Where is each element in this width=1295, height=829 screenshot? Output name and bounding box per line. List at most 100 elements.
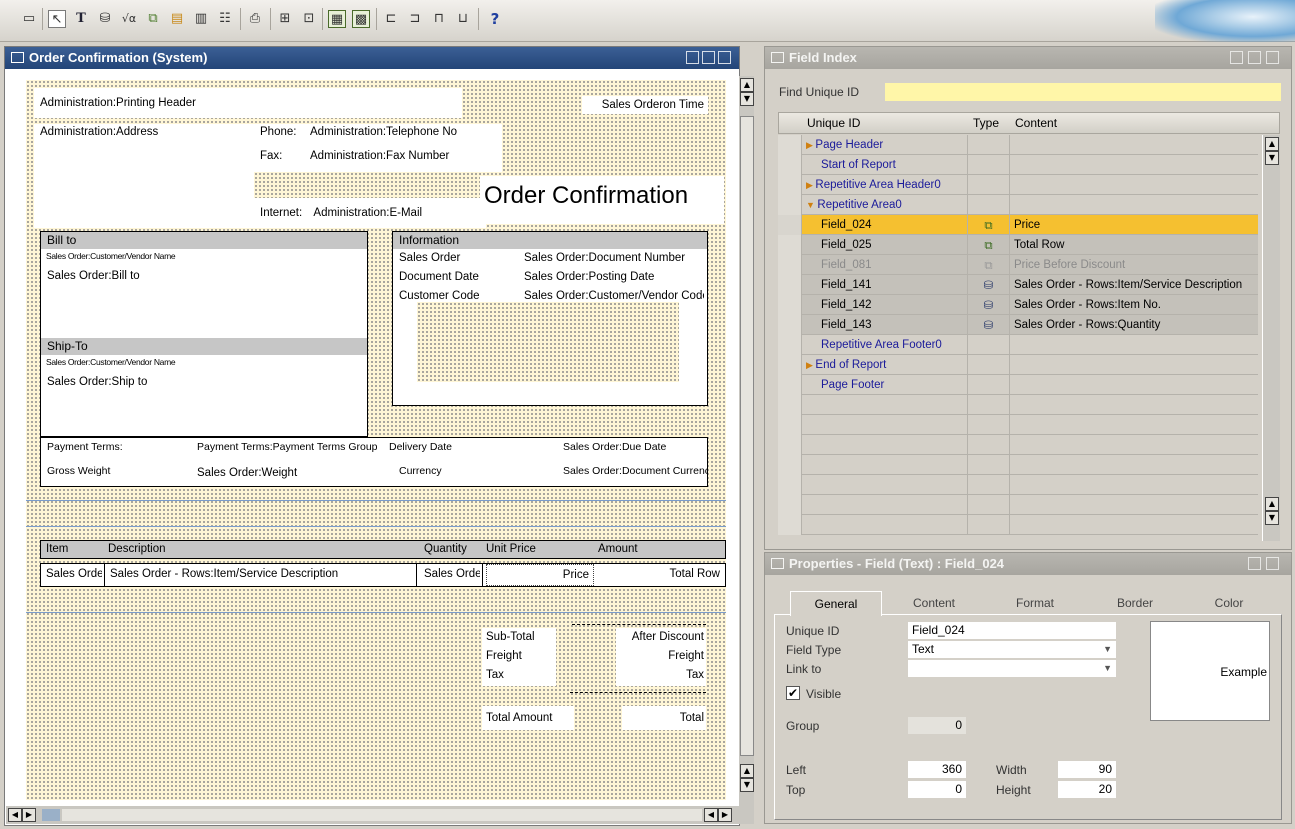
- row-selector[interactable]: [778, 255, 802, 275]
- field-index-empty-row[interactable]: [778, 415, 1258, 435]
- chevron-down-icon[interactable]: ▼: [1103, 641, 1112, 658]
- scroll-up-icon[interactable]: ▲: [1265, 137, 1279, 151]
- link-to-select[interactable]: ▼: [908, 660, 1116, 677]
- tab-format[interactable]: Format: [988, 591, 1082, 615]
- close-icon[interactable]: [718, 51, 731, 64]
- row-selector[interactable]: [778, 395, 802, 415]
- row-selector[interactable]: [778, 455, 802, 475]
- formula-icon[interactable]: √α: [120, 10, 138, 28]
- print-icon[interactable]: ⎙: [246, 10, 264, 28]
- unique-id-input[interactable]: Field_024: [908, 622, 1116, 639]
- field-index-empty-row[interactable]: [778, 455, 1258, 475]
- total-field[interactable]: Total: [622, 706, 706, 730]
- tab-color[interactable]: Color: [1186, 591, 1272, 615]
- maximize-icon[interactable]: [702, 51, 715, 64]
- picture-icon[interactable]: ▤: [168, 10, 186, 28]
- expand-icon[interactable]: ▶: [806, 180, 815, 190]
- info-value-customer-code[interactable]: Sales Order:Customer/Vendor Code: [524, 290, 704, 302]
- row-selector[interactable]: [778, 515, 802, 535]
- save-icon[interactable]: ▭: [20, 10, 38, 28]
- row-selector[interactable]: [778, 475, 802, 495]
- field-index-empty-row[interactable]: [778, 475, 1258, 495]
- database-icon[interactable]: ⛁: [96, 10, 114, 28]
- fax-field[interactable]: Administration:Fax Number: [310, 150, 449, 162]
- field-index-row[interactable]: Field_143 ⛁ Sales Order - Rows:Quantity: [778, 315, 1258, 335]
- row-selector[interactable]: [778, 215, 802, 235]
- after-discount-field[interactable]: After Discount: [616, 628, 704, 647]
- field-index-row[interactable]: Repetitive Area Footer0: [778, 335, 1258, 355]
- payment-terms-field[interactable]: Payment Terms:Payment Terms Group: [197, 441, 389, 453]
- document-title[interactable]: Order Confirmation: [480, 176, 724, 224]
- align-right-icon[interactable]: ⊐: [406, 10, 424, 28]
- scroll-up-icon[interactable]: ▲: [740, 78, 754, 92]
- row-selector[interactable]: [778, 235, 802, 255]
- row-selector[interactable]: [778, 275, 802, 295]
- row-selector[interactable]: [778, 355, 802, 375]
- freight-field[interactable]: Freight: [616, 647, 704, 666]
- ship-to-header[interactable]: Ship-To: [41, 338, 367, 355]
- field-index-row[interactable]: ▶ End of Report: [778, 355, 1258, 375]
- show-grid-icon[interactable]: ▩: [352, 10, 370, 28]
- align-top-icon[interactable]: ⊓: [430, 10, 448, 28]
- row-selector[interactable]: [778, 315, 802, 335]
- row-selector[interactable]: [778, 135, 802, 155]
- printing-header-field[interactable]: Administration:Printing Header: [34, 88, 462, 118]
- info-value-posting-date[interactable]: Sales Order:Posting Date: [524, 271, 654, 283]
- ship-to-field[interactable]: Sales Order:Ship to: [47, 376, 147, 388]
- width-input[interactable]: 90: [1058, 761, 1116, 778]
- field-index-row[interactable]: Field_142 ⛁ Sales Order - Rows:Item No.: [778, 295, 1258, 315]
- minimize-icon[interactable]: [686, 51, 699, 64]
- row-selector[interactable]: [778, 415, 802, 435]
- bill-to-header[interactable]: Bill to: [41, 232, 367, 249]
- row-selector[interactable]: [778, 435, 802, 455]
- tab-border[interactable]: Border: [1088, 591, 1182, 615]
- field-type-select[interactable]: Text ▼: [908, 641, 1116, 658]
- close-icon[interactable]: [1266, 557, 1279, 570]
- find-unique-id-input[interactable]: [885, 83, 1281, 101]
- field-index-empty-row[interactable]: [778, 395, 1258, 415]
- field-index-empty-row[interactable]: [778, 435, 1258, 455]
- grid-icon[interactable]: ⊡: [300, 10, 318, 28]
- field-index-vscroll[interactable]: ▲ ▼ ▲ ▼: [1262, 135, 1280, 541]
- field-index-row[interactable]: Field_081 ⧉ Price Before Discount: [778, 255, 1258, 275]
- row-selector[interactable]: [778, 495, 802, 515]
- table-icon[interactable]: ☷: [216, 10, 234, 28]
- minimize-icon[interactable]: [1248, 557, 1261, 570]
- chevron-down-icon[interactable]: ▼: [1103, 660, 1112, 677]
- scroll-left-icon[interactable]: ◀: [8, 808, 22, 822]
- tab-content[interactable]: Content: [886, 591, 982, 615]
- field-index-row[interactable]: ▼ Repetitive Area0: [778, 195, 1258, 215]
- tab-general[interactable]: General: [790, 591, 882, 616]
- currency-field[interactable]: Sales Order:Document Currency: [563, 465, 707, 477]
- scroll-down-icon[interactable]: ▼: [740, 92, 754, 106]
- scroll-down-icon[interactable]: ▼: [1265, 151, 1279, 165]
- minimize-icon[interactable]: [1230, 51, 1243, 64]
- bill-to-name-field[interactable]: Sales Order:Customer/Vendor Name: [46, 251, 176, 261]
- items-cell-total-row[interactable]: Total Row: [636, 568, 721, 580]
- help-icon[interactable]: ?: [486, 10, 504, 28]
- field-index-row[interactable]: Start of Report: [778, 155, 1258, 175]
- left-input[interactable]: 360: [908, 761, 966, 778]
- visible-checkbox[interactable]: ✔: [786, 686, 800, 700]
- height-input[interactable]: 20: [1058, 781, 1116, 798]
- due-date-field[interactable]: Sales Order:Due Date: [563, 441, 666, 453]
- sales-order-time-field[interactable]: Sales Orderon Time: [582, 96, 708, 114]
- scroll-up-icon[interactable]: ▲: [1265, 497, 1279, 511]
- col-content[interactable]: Content: [1015, 116, 1057, 130]
- items-cell-price-selected[interactable]: Price: [486, 564, 594, 586]
- field-index-row[interactable]: ▶ Page Header: [778, 135, 1258, 155]
- information-header[interactable]: Information: [393, 232, 707, 249]
- address-field[interactable]: Administration:Address: [34, 124, 254, 228]
- row-selector[interactable]: [778, 295, 802, 315]
- top-input[interactable]: 0: [908, 781, 966, 798]
- items-cell-item[interactable]: Sales Order: [46, 568, 102, 580]
- field-index-row[interactable]: Page Footer: [778, 375, 1258, 395]
- field-index-empty-row[interactable]: [778, 515, 1258, 535]
- row-selector[interactable]: [778, 375, 802, 395]
- field-index-row[interactable]: Field_141 ⛁ Sales Order - Rows:Item/Servic…: [778, 275, 1258, 295]
- items-cell-description[interactable]: Sales Order - Rows:Item/Service Descript…: [110, 568, 338, 580]
- expand-icon[interactable]: ▶: [806, 360, 815, 370]
- field-index-empty-row[interactable]: [778, 495, 1258, 515]
- tax-field[interactable]: Tax: [616, 666, 704, 685]
- align-icon[interactable]: ⊞: [276, 10, 294, 28]
